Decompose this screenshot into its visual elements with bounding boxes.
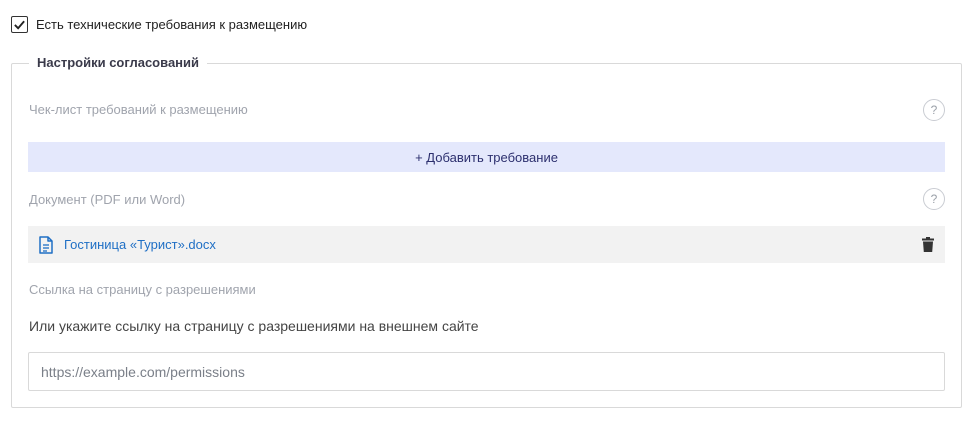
document-file-link[interactable]: Гостиница «Турист».docx bbox=[64, 237, 216, 252]
document-file-row: Гостиница «Турист».docx bbox=[28, 226, 945, 263]
help-question-mark: ? bbox=[930, 103, 938, 117]
permissions-url-input[interactable] bbox=[28, 352, 945, 391]
checkmark-icon bbox=[14, 20, 25, 30]
tech-requirements-checkbox[interactable] bbox=[11, 16, 28, 33]
permissions-link-hint: Или укажите ссылку на страницу с разреше… bbox=[29, 318, 479, 334]
tech-requirements-label[interactable]: Есть технические требования к размещению bbox=[36, 17, 307, 32]
checklist-help-icon[interactable]: ? bbox=[923, 99, 945, 121]
document-file-icon bbox=[38, 235, 54, 254]
help-question-mark: ? bbox=[930, 192, 938, 206]
document-label: Документ (PDF или Word) bbox=[29, 192, 186, 207]
checklist-label: Чек-лист требований к размещению bbox=[29, 102, 248, 117]
document-help-icon[interactable]: ? bbox=[923, 188, 945, 210]
add-requirement-button[interactable]: + Добавить требование bbox=[28, 142, 945, 172]
trash-icon[interactable] bbox=[921, 237, 935, 253]
permissions-link-label: Ссылка на страницу с разрешениями bbox=[29, 282, 256, 297]
approval-settings-title: Настройки согласований bbox=[29, 55, 208, 70]
tech-requirements-row[interactable]: Есть технические требования к размещению bbox=[11, 16, 307, 33]
approval-settings-section: Настройки согласований Чек-лист требован… bbox=[11, 55, 962, 408]
